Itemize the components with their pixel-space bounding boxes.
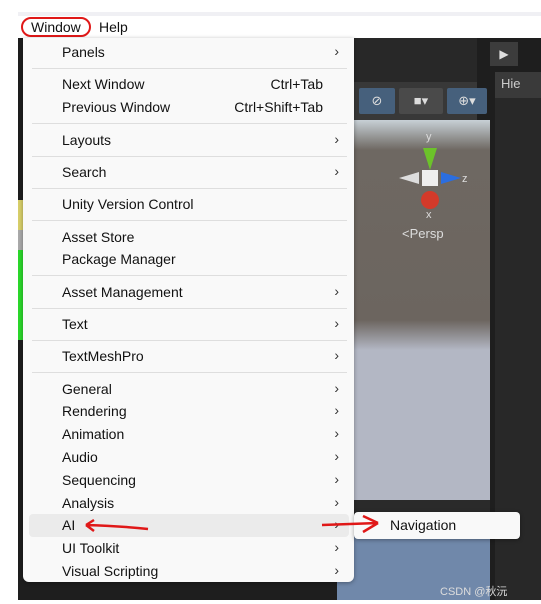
watermark: CSDN @秋沅 bbox=[440, 586, 508, 598]
red-arrow-annotations bbox=[85, 514, 379, 534]
